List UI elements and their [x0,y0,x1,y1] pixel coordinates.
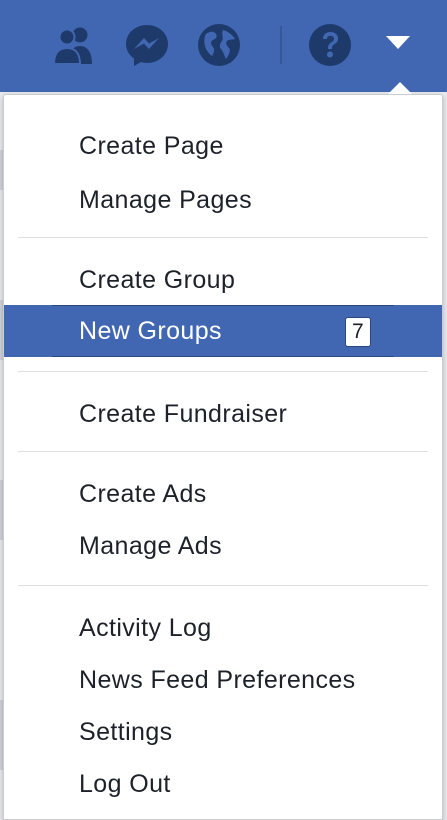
new-groups-count-badge: 7 [345,317,371,347]
menu-item-new-groups[interactable]: New Groups 7 [4,305,442,357]
messenger-icon[interactable] [124,22,170,68]
top-navigation-bar [0,0,447,92]
menu-separator [18,451,428,452]
menu-item-label: Create Fundraiser [79,400,288,428]
menu-item-create-fundraiser[interactable]: Create Fundraiser [4,388,442,440]
menu-separator [18,237,428,238]
menu-item-settings[interactable]: Settings [4,706,442,758]
friends-icon[interactable] [51,22,97,68]
menu-item-label: Log Out [79,770,171,798]
menu-item-create-ads[interactable]: Create Ads [4,468,442,520]
menu-item-activity-log[interactable]: Activity Log [4,602,442,654]
menu-item-manage-pages[interactable]: Manage Pages [4,174,442,226]
menu-item-label: Manage Pages [79,186,252,214]
menu-item-label: New Groups [79,317,222,345]
globe-icon[interactable] [196,22,242,68]
menu-item-label: Create Page [79,132,224,160]
menu-item-news-feed-preferences[interactable]: News Feed Preferences [4,654,442,706]
menu-item-log-out[interactable]: Log Out [4,758,442,810]
menu-item-label: Create Ads [79,480,207,508]
menu-separator [18,371,428,372]
menu-item-label: News Feed Preferences [79,666,356,694]
menu-item-label: Settings [79,718,173,746]
help-icon[interactable] [307,22,353,68]
menu-item-label: Manage Ads [79,532,222,560]
menu-item-label: Activity Log [79,614,212,642]
menu-item-label: Create Group [79,266,236,294]
menu-item-create-page[interactable]: Create Page [4,120,442,172]
dropdown-notch [388,82,412,94]
account-dropdown-menu: Create Page Manage Pages Create Group Ne… [3,94,443,820]
menu-separator [18,585,428,586]
dropdown-arrow-icon[interactable] [386,36,410,49]
toolbar-divider [280,26,282,64]
menu-item-create-group[interactable]: Create Group [4,254,442,306]
menu-item-manage-ads[interactable]: Manage Ads [4,520,442,572]
